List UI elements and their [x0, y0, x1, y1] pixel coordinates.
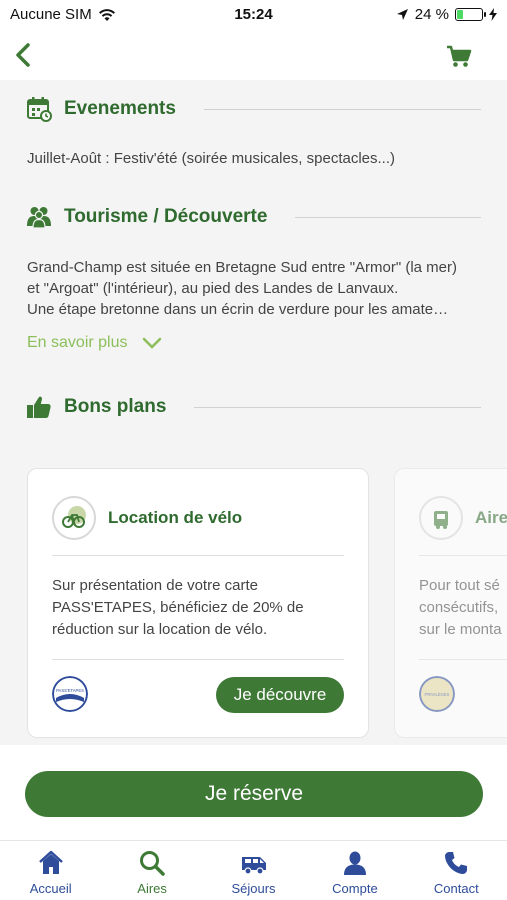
phone-icon: [445, 852, 468, 874]
deals-header: Bons plans: [26, 394, 481, 420]
divider: [419, 555, 507, 556]
cart-icon[interactable]: [445, 42, 473, 70]
deal-card-header: Location de vélo: [52, 493, 344, 543]
battery-percent: 24 %: [414, 6, 449, 23]
thumbs-up-icon: [27, 396, 51, 418]
deal-desc-line: Sur présentation de votre carte: [52, 577, 258, 594]
events-text: Juillet-Août : Festiv'été (soirée musica…: [27, 150, 395, 167]
tab-compte[interactable]: Compte: [304, 841, 405, 900]
tab-bar: Accueil Aires Séjours Compte Contact: [0, 840, 507, 900]
tab-label: Contact: [433, 881, 479, 896]
reserve-bar: Je réserve: [0, 745, 507, 840]
chevron-down-icon: [142, 337, 161, 349]
charging-bolt-icon: [489, 8, 497, 21]
divider: [52, 659, 344, 660]
divider: [194, 406, 481, 408]
reserve-button[interactable]: Je réserve: [25, 771, 483, 817]
search-icon: [140, 851, 165, 876]
read-more-link[interactable]: En savoir plus: [27, 334, 162, 352]
deal-desc-line: PASS'ETAPES, bénéficiez de 20% de: [52, 599, 304, 616]
deal-card-description: Sur présentation de votre carte PASS'ETA…: [52, 575, 348, 641]
tab-accueil[interactable]: Accueil: [0, 841, 101, 900]
deal-card-title: Aire: [475, 508, 507, 527]
tab-contact[interactable]: Contact: [406, 841, 507, 900]
divider: [419, 659, 507, 660]
tourism-title: Tourisme / Découverte: [64, 206, 268, 227]
events-title: Evenements: [64, 98, 176, 119]
tab-label: Accueil: [29, 881, 72, 896]
deal-desc-line: réduction sur la location de vélo.: [52, 621, 268, 638]
tab-sejours[interactable]: Séjours: [203, 841, 304, 900]
events-header: Evenements: [26, 96, 481, 122]
divider: [295, 216, 481, 218]
scroll-content[interactable]: Evenements Juillet-Août : Festiv'été (so…: [0, 80, 507, 745]
camper-icon: [419, 496, 463, 540]
deal-desc-line: sur le monta: [419, 621, 502, 638]
divider: [52, 555, 344, 556]
tourism-text: Grand-Champ est située en Bretagne Sud e…: [27, 257, 482, 320]
discover-button[interactable]: Je découvre: [216, 677, 344, 713]
nav-header: [0, 30, 507, 80]
logo-text: PRIVILÈGES: [425, 692, 450, 697]
read-more-label: En savoir plus: [27, 334, 128, 351]
tourism-text-line: et "Argoat" (l'intérieur), au pied des L…: [27, 280, 399, 297]
privileges-logo: PRIVILÈGES: [419, 676, 455, 712]
pass-etapes-logo: PASS'ETAPES: [52, 676, 88, 712]
deals-title: Bons plans: [64, 396, 167, 417]
battery-icon: [455, 8, 486, 21]
deal-card[interactable]: Aire Pour tout sé consécutifs, sur le mo…: [394, 468, 507, 738]
deal-desc-line: consécutifs,: [419, 599, 499, 616]
deal-card[interactable]: Location de vélo Sur présentation de vot…: [27, 468, 369, 738]
calendar-icon: [27, 97, 52, 122]
status-right: 24 %: [396, 6, 497, 23]
tab-label: Compte: [332, 881, 378, 896]
tab-label: Séjours: [231, 881, 276, 896]
tourism-text-line: Grand-Champ est située en Bretagne Sud e…: [27, 259, 458, 276]
tourism-header: Tourisme / Découverte: [26, 204, 481, 230]
deal-desc-line: Pour tout sé: [419, 577, 500, 594]
camper-van-icon: [241, 857, 266, 875]
tourism-text-line: Une étape bretonne dans un écrin de verd…: [27, 301, 449, 318]
tab-aires[interactable]: Aires: [101, 841, 202, 900]
deal-card-description: Pour tout sé consécutifs, sur le monta: [419, 575, 507, 641]
divider: [203, 108, 481, 110]
status-bar: Aucune SIM 15:24 24 %: [0, 0, 507, 30]
user-icon: [343, 851, 366, 875]
deal-card-title: Location de vélo: [108, 508, 243, 527]
back-chevron-icon[interactable]: [8, 36, 42, 74]
home-icon: [38, 850, 63, 874]
logo-text: PASS'ETAPES: [56, 688, 84, 693]
tab-label: Aires: [137, 881, 167, 896]
deal-card-header: Aire: [419, 493, 507, 543]
battery-fill: [457, 10, 463, 19]
location-arrow-icon: [396, 9, 408, 20]
people-icon: [27, 207, 51, 229]
bike-icon: [52, 496, 96, 540]
